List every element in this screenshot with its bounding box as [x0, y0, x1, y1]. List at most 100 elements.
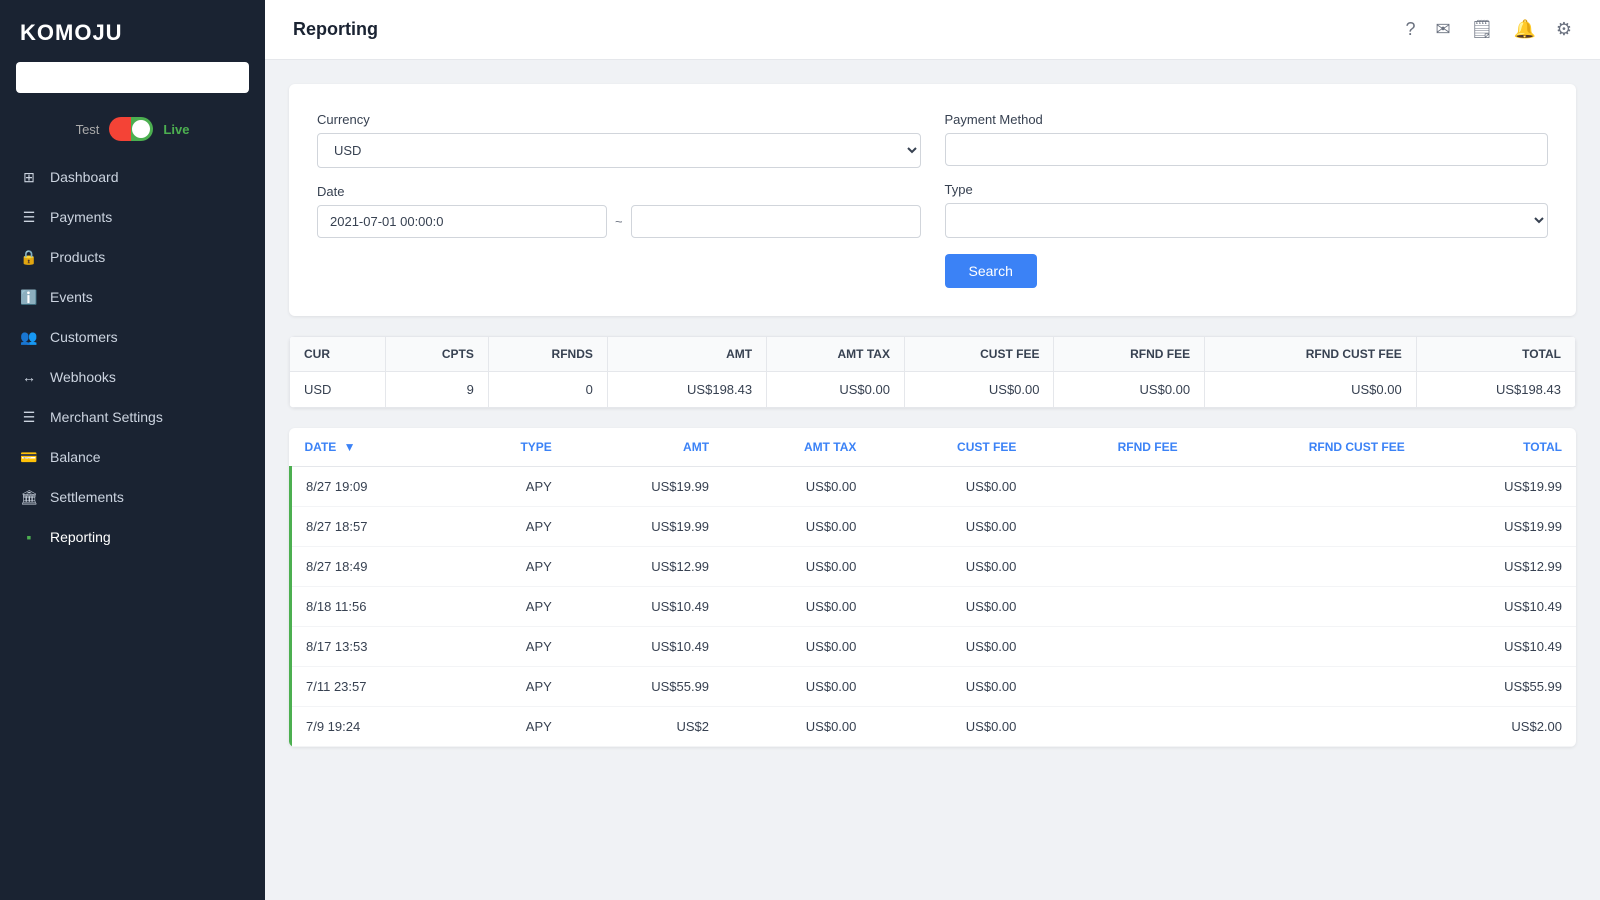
detail-cell: US$0.00 [870, 707, 1030, 747]
mail-icon[interactable]: ✉ [1435, 19, 1450, 40]
toggle-thumb [132, 120, 150, 138]
summary-cell: US$198.43 [1416, 372, 1575, 408]
detail-cell: US$19.99 [566, 467, 723, 507]
summary-tbody: USD90US$198.43US$0.00US$0.00US$0.00US$0.… [290, 372, 1576, 408]
detail-col-cust-fee[interactable]: CUST FEE [870, 428, 1030, 467]
currency-select[interactable]: USD JPY EUR GBP [317, 133, 921, 168]
sidebar-label-customers: Customers [50, 329, 118, 345]
sidebar-logo: KOMOJU [0, 0, 265, 62]
detail-cell: US$0.00 [723, 467, 870, 507]
search-button[interactable]: Search [945, 254, 1037, 288]
sidebar-item-events[interactable]: ℹ️ Events [0, 277, 265, 317]
summary-col-cpts: CPTS [385, 337, 488, 372]
table-row: 7/11 23:57APYUS$55.99US$0.00US$0.00US$55… [291, 667, 1577, 707]
currency-label: Currency [317, 112, 921, 127]
date-group: Date ~ [317, 184, 921, 238]
sort-arrow-date: ▼ [344, 440, 356, 454]
detail-col-rfnd-fee[interactable]: RFND FEE [1030, 428, 1191, 467]
detail-cell [1192, 667, 1419, 707]
detail-cell: US$10.49 [566, 627, 723, 667]
summary-cell: US$0.00 [1205, 372, 1417, 408]
detail-cell: US$0.00 [870, 467, 1030, 507]
detail-cell [1030, 547, 1191, 587]
detail-col-date[interactable]: DATE ▼ [291, 428, 458, 467]
detail-cell: APY [457, 467, 566, 507]
sidebar-item-payments[interactable]: ☰ Payments [0, 197, 265, 237]
payment-method-input[interactable] [945, 133, 1549, 166]
detail-cell: US$0.00 [723, 547, 870, 587]
detail-cell: APY [457, 627, 566, 667]
detail-cell [1030, 507, 1191, 547]
sidebar-label-reporting: Reporting [50, 529, 111, 545]
sidebar-nav: ⊞ Dashboard ☰ Payments 🔒 Products ℹ️ Eve… [0, 157, 265, 900]
balance-icon: 💳 [20, 448, 38, 466]
bell-icon[interactable]: 🔔 [1513, 19, 1535, 40]
table-row: 7/9 19:24APYUS$2US$0.00US$0.00US$2.00 [291, 707, 1577, 747]
content-area: Currency USD JPY EUR GBP Date ~ [265, 60, 1600, 900]
detail-cell: US$0.00 [723, 667, 870, 707]
detail-header-row: DATE ▼ TYPE AMT AMT TAX CUST FEE RFND FE… [291, 428, 1577, 467]
detail-cell: APY [457, 507, 566, 547]
sidebar-item-customers[interactable]: 👥 Customers [0, 317, 265, 357]
summary-col-cur: CUR [290, 337, 386, 372]
detail-col-rfnd-cust-fee[interactable]: RFND CUST FEE [1192, 428, 1419, 467]
detail-col-amt-tax[interactable]: AMT TAX [723, 428, 870, 467]
detail-col-total[interactable]: TOTAL [1419, 428, 1576, 467]
sidebar-label-webhooks: Webhooks [50, 369, 116, 385]
detail-cell: 7/11 23:57 [291, 667, 458, 707]
summary-cell: US$0.00 [904, 372, 1054, 408]
date-range: ~ [317, 205, 921, 238]
filter-right: Payment Method Type Search [945, 112, 1549, 288]
env-toggle-switch[interactable] [109, 117, 153, 141]
detail-cell [1030, 627, 1191, 667]
sidebar-item-balance[interactable]: 💳 Balance [0, 437, 265, 477]
search-input[interactable] [16, 62, 249, 93]
summary-col-rfnds: RFNDS [488, 337, 607, 372]
detail-cell: US$0.00 [870, 627, 1030, 667]
settings-icon[interactable]: ⚙ [1556, 19, 1572, 40]
detail-cell: US$0.00 [870, 507, 1030, 547]
topbar-icons: ? ✉ 🗒 🔔 ⚙ [1405, 19, 1572, 40]
detail-cell [1192, 507, 1419, 547]
date-from-input[interactable] [317, 205, 607, 238]
sidebar-search-box[interactable] [16, 62, 249, 93]
summary-cell: US$0.00 [1054, 372, 1205, 408]
detail-col-type[interactable]: TYPE [457, 428, 566, 467]
sidebar-label-merchant-settings: Merchant Settings [50, 409, 163, 425]
payments-icon: ☰ [20, 208, 38, 226]
sidebar-item-products[interactable]: 🔒 Products [0, 237, 265, 277]
detail-cell: 8/17 13:53 [291, 627, 458, 667]
date-to-input[interactable] [631, 205, 921, 238]
help-icon[interactable]: ? [1405, 19, 1415, 40]
type-label: Type [945, 182, 1549, 197]
detail-cell: US$10.49 [1419, 587, 1576, 627]
detail-cell: APY [457, 587, 566, 627]
detail-cell: 8/18 11:56 [291, 587, 458, 627]
sidebar-item-webhooks[interactable]: ↔ Webhooks [0, 357, 265, 397]
filter-grid: Currency USD JPY EUR GBP Date ~ [317, 112, 1548, 288]
detail-cell: US$0.00 [870, 587, 1030, 627]
summary-row: USD90US$198.43US$0.00US$0.00US$0.00US$0.… [290, 372, 1576, 408]
sidebar-item-dashboard[interactable]: ⊞ Dashboard [0, 157, 265, 197]
sidebar-item-reporting[interactable]: ▪ Reporting [0, 517, 265, 557]
detail-cell [1192, 467, 1419, 507]
summary-cell: US$198.43 [607, 372, 766, 408]
detail-col-amt[interactable]: AMT [566, 428, 723, 467]
detail-cell: US$19.99 [1419, 467, 1576, 507]
sidebar-label-settlements: Settlements [50, 489, 124, 505]
filter-left: Currency USD JPY EUR GBP Date ~ [317, 112, 921, 288]
reporting-icon: ▪ [20, 528, 38, 546]
summary-cell: 0 [488, 372, 607, 408]
detail-cell: 8/27 19:09 [291, 467, 458, 507]
table-row: 8/27 19:09APYUS$19.99US$0.00US$0.00US$19… [291, 467, 1577, 507]
summary-header-row: CUR CPTS RFNDS AMT AMT TAX CUST FEE RFND… [290, 337, 1576, 372]
detail-cell: 8/27 18:57 [291, 507, 458, 547]
table-row: 8/27 18:49APYUS$12.99US$0.00US$0.00US$12… [291, 547, 1577, 587]
detail-cell [1030, 587, 1191, 627]
type-select[interactable] [945, 203, 1549, 238]
detail-cell [1192, 587, 1419, 627]
sidebar-item-merchant-settings[interactable]: ☰ Merchant Settings [0, 397, 265, 437]
sidebar-item-settlements[interactable]: 🏛 Settlements [0, 477, 265, 517]
detail-cell: US$55.99 [566, 667, 723, 707]
notes-icon[interactable]: 🗒 [1471, 19, 1494, 40]
